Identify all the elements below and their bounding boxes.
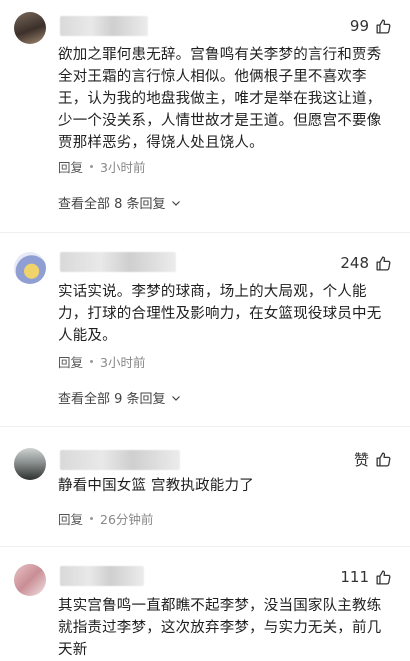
separator-dot xyxy=(90,360,94,363)
timestamp: 3小时前 xyxy=(100,355,146,370)
chevron-down-icon xyxy=(171,200,180,206)
comment-text: 其实宫鲁鸣一直都瞧不起李梦，没当国家队主教练就指责过李梦，这次放弃李梦，与实力无… xyxy=(58,598,382,658)
chevron-down-icon xyxy=(171,395,180,401)
username-blurred[interactable] xyxy=(60,16,148,36)
username-blurred[interactable] xyxy=(60,566,144,586)
thumbs-up-icon xyxy=(376,569,391,585)
view-all-replies-label: 查看全部 8 条回复 xyxy=(58,197,166,212)
like-count: 赞 xyxy=(353,451,369,469)
comment-text: 实话实说。李梦的球商，场上的大局观，个人能力，打球的合理性及影响力，在女篮现役球… xyxy=(58,284,382,344)
like-button[interactable]: 111 xyxy=(340,568,392,586)
thumbs-up-icon xyxy=(376,452,391,467)
reply-button[interactable]: 回复 xyxy=(58,509,83,528)
like-count: 99 xyxy=(349,17,369,35)
reply-button[interactable]: 回复 xyxy=(58,157,83,176)
username-blurred[interactable] xyxy=(60,252,176,272)
thumbs-up-icon xyxy=(376,18,391,34)
timestamp: 3小时前 xyxy=(100,160,146,175)
like-button[interactable]: 248 xyxy=(340,254,392,272)
like-count: 111 xyxy=(340,568,369,586)
avatar[interactable] xyxy=(14,252,46,284)
comment-text: 静看中国女篮 宫教执政能力了 xyxy=(58,478,254,494)
separator-dot xyxy=(90,165,94,168)
comment-meta: 回复 3小时前 xyxy=(58,352,145,371)
like-button[interactable]: 赞 xyxy=(354,449,392,470)
avatar[interactable] xyxy=(14,12,46,44)
view-all-replies-link[interactable]: 查看全部 8 条回复 xyxy=(58,193,182,212)
like-button[interactable]: 99 xyxy=(350,17,392,35)
view-all-replies-label: 查看全部 9 条回复 xyxy=(58,392,166,407)
comment-meta: 回复 26分钟前 xyxy=(58,509,153,528)
like-count: 248 xyxy=(340,254,369,272)
divider xyxy=(0,546,410,547)
avatar[interactable] xyxy=(14,564,46,596)
username-blurred[interactable] xyxy=(60,450,180,470)
avatar[interactable] xyxy=(14,448,46,480)
reply-button[interactable]: 回复 xyxy=(58,352,83,371)
divider xyxy=(0,426,410,427)
thumbs-up-icon xyxy=(376,255,391,271)
view-all-replies-link[interactable]: 查看全部 9 条回复 xyxy=(58,388,182,407)
comment-meta: 回复 3小时前 xyxy=(58,157,145,176)
comment-text: 欲加之罪何患无辞。宫鲁鸣有关李梦的言行和贾秀全对王霜的言行惊人相似。他俩根子里不… xyxy=(58,47,382,151)
timestamp: 26分钟前 xyxy=(100,512,154,527)
divider xyxy=(0,232,410,233)
separator-dot xyxy=(90,517,94,520)
